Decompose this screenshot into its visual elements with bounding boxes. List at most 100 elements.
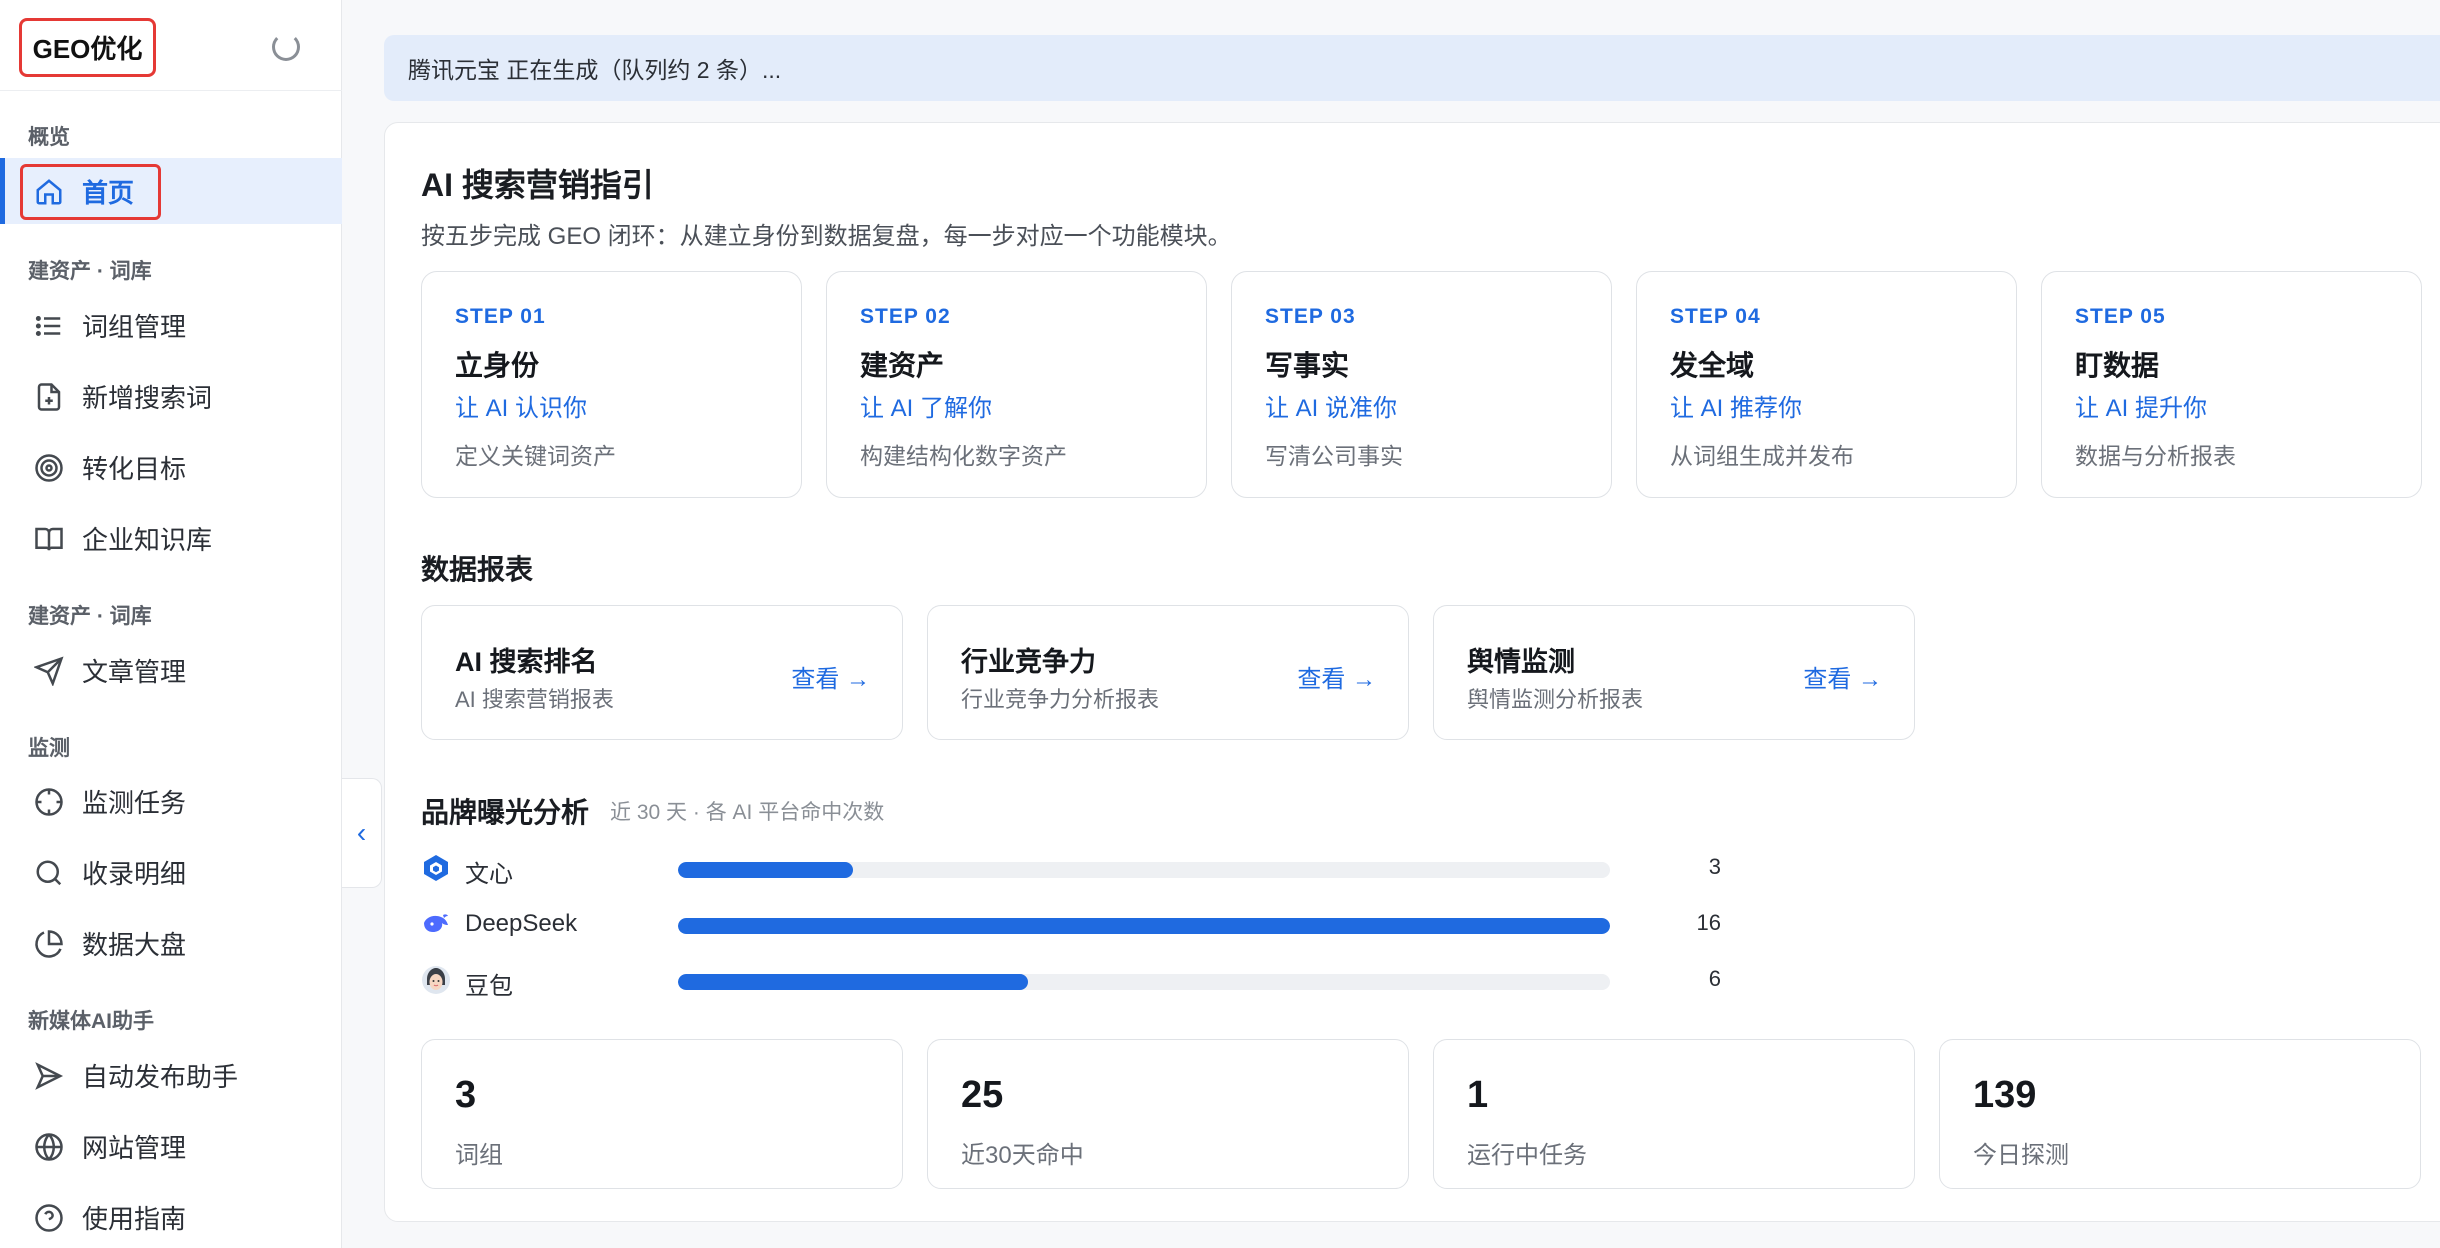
sidebar-item-auto-publish[interactable]: 自动发布助手 [0,1042,342,1108]
report-title: 舆情监测 [1467,647,1575,677]
sidebar-item-article-management[interactable]: 文章管理 [0,637,342,703]
step-tagline: 让 AI 说准你 [1265,395,1398,422]
file-plus-icon [37,383,61,411]
nav-section-assets: 建资产 · 词库 [28,260,152,283]
stat-card-hits-30d: 25 近30天命中 [927,1039,1409,1189]
exposure-count: 6 [1708,966,1721,991]
sidebar-item-user-guide[interactable]: 使用指南 [0,1184,342,1248]
app-logo[interactable]: GEO优化 [19,18,156,77]
target-icon [35,454,63,482]
sidebar-item-label: 监测任务 [82,787,187,818]
sidebar-item-index-detail[interactable]: 收录明细 [0,839,342,905]
page-title: AI 搜索营销指引 [421,167,654,203]
chevron-left-icon: ‹ [356,817,367,848]
reports-section-title: 数据报表 [421,554,534,585]
send-icon [34,656,64,686]
sidebar-item-site-management[interactable]: 网站管理 [0,1113,342,1179]
nav-section-monitor: 监测 [28,737,70,760]
stat-card-running-tasks: 1 运行中任务 [1433,1039,1915,1189]
step-card-1[interactable]: STEP 01 立身份 让 AI 认识你 定义关键词资产 [421,271,802,498]
step-id: STEP 05 [2075,305,2166,328]
exposure-bar-fill [678,862,853,878]
exposure-bar-track [678,974,1610,990]
sidebar-item-phrase-management[interactable]: 词组管理 [0,292,342,358]
send-icon [35,1062,64,1090]
exposure-row-doubao: 豆包 6 [421,961,1721,1001]
step-title: 立身份 [455,350,540,381]
stat-value: 1 [1467,1074,1489,1116]
report-title: AI 搜索排名 [455,647,598,677]
report-description: 行业竞争力分析报表 [961,687,1160,712]
view-report-link[interactable]: 查看 → [1297,659,1376,694]
view-report-link[interactable]: 查看 → [791,659,870,694]
step-tagline: 让 AI 了解你 [860,395,993,422]
nav-section-assets-2: 建资产 · 词库 [28,605,152,628]
stat-value: 3 [455,1074,477,1116]
exposure-count: 16 [1696,910,1721,935]
stat-label: 词组 [455,1142,503,1169]
wenxin-logo-icon [424,855,448,881]
nav-section-overview: 概览 [28,126,70,149]
step-id: STEP 02 [860,305,951,328]
exposure-bar-fill [678,974,1028,990]
step-description: 写清公司事实 [1265,443,1403,469]
stat-card-phrases: 3 词组 [421,1039,903,1189]
step-id: STEP 03 [1265,305,1356,328]
stat-label: 今日探测 [1973,1142,2069,1169]
step-id: STEP 04 [1670,305,1761,328]
report-card-ai-search-ranking: AI 搜索排名 AI 搜索营销报表 查看 → [421,605,903,740]
sidebar-item-label: 自动发布助手 [82,1061,239,1092]
loading-spinner-icon [272,33,300,61]
step-card-3[interactable]: STEP 03 写事实 让 AI 说准你 写清公司事实 [1231,271,1612,498]
stat-value: 139 [1973,1074,2037,1116]
report-card-industry-competitiveness: 行业竞争力 行业竞争力分析报表 查看 → [927,605,1409,740]
sidebar-item-label: 文章管理 [82,656,187,687]
step-title: 写事实 [1265,350,1350,381]
sidebar-item-label: 网站管理 [82,1132,187,1163]
report-title: 行业竞争力 [961,647,1096,677]
status-banner: 腾讯元宝 正在生成（队列约 2 条）... [384,35,2440,101]
step-description: 从词组生成并发布 [1670,443,1854,469]
exposure-bar-track [678,918,1610,934]
help-icon [35,1204,63,1232]
sidebar-item-conversion-goal[interactable]: 转化目标 [0,434,342,500]
sidebar-item-add-search-term[interactable]: 新增搜索词 [0,363,342,429]
step-description: 构建结构化数字资产 [860,443,1067,469]
step-description: 数据与分析报表 [2075,443,2236,469]
sidebar-item-label: 企业知识库 [82,524,213,555]
step-title: 盯数据 [2075,350,2160,381]
platform-name: 豆包 [465,973,513,1000]
exposure-count: 3 [1708,854,1721,879]
sidebar-item-home[interactable]: 首页 [0,158,342,224]
stat-label: 近30天命中 [961,1142,1084,1169]
stat-label: 运行中任务 [1467,1142,1587,1169]
step-card-2[interactable]: STEP 02 建资产 让 AI 了解你 构建结构化数字资产 [826,271,1207,498]
collapse-sidebar-button[interactable]: ‹ [342,778,382,888]
sidebar-item-label: 转化目标 [82,453,187,484]
sidebar-item-dashboard[interactable]: 数据大盘 [0,910,342,976]
step-tagline: 让 AI 认识你 [455,395,588,422]
book-icon [35,527,63,551]
step-title: 发全域 [1670,350,1755,381]
view-report-link[interactable]: 查看 → [1803,659,1882,694]
exposure-row-deepseek: DeepSeek 16 [421,905,1721,945]
sidebar-item-label: 词组管理 [82,311,187,342]
home-icon [36,179,62,205]
exposure-bar-track [678,862,1610,878]
sidebar-item-label: 使用指南 [82,1203,187,1234]
pie-chart-icon [35,930,63,958]
list-icon [35,316,61,336]
exposure-section-note: 近 30 天 · 各 AI 平台命中次数 [610,801,885,824]
step-card-5[interactable]: STEP 05 盯数据 让 AI 提升你 数据与分析报表 [2041,271,2422,498]
globe-icon [35,1133,63,1161]
report-description: AI 搜索营销报表 [455,687,614,712]
sidebar-item-label: 数据大盘 [82,929,187,960]
platform-name: DeepSeek [465,910,578,937]
sidebar-item-monitor-task[interactable]: 监测任务 [0,768,342,834]
deepseek-logo-icon [424,914,448,932]
crosshair-icon [35,788,63,816]
stat-value: 25 [961,1074,1004,1116]
step-card-4[interactable]: STEP 04 发全域 让 AI 推荐你 从词组生成并发布 [1636,271,2017,498]
sidebar-item-knowledge-base[interactable]: 企业知识库 [0,505,342,571]
sidebar-item-label: 首页 [82,177,135,208]
